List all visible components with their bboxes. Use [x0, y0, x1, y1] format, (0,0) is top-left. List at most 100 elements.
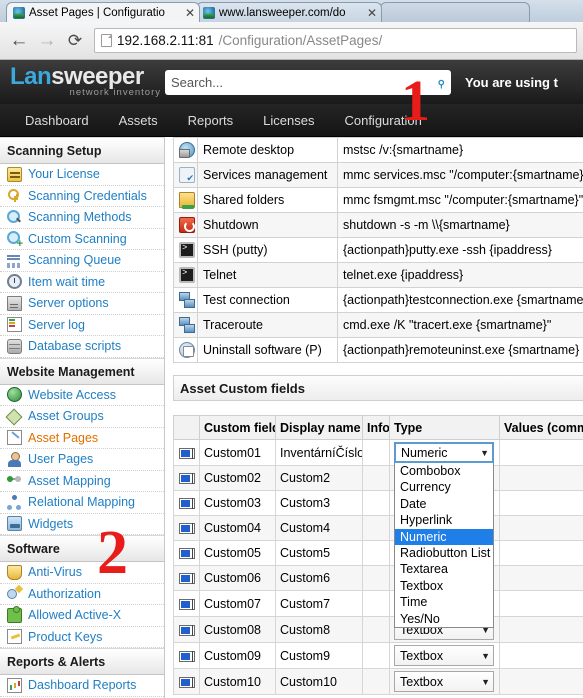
option-numeric[interactable]: Numeric	[395, 528, 493, 545]
table-row[interactable]: Remote desktop mstsc /v:{smartname}	[173, 137, 583, 163]
values-cell[interactable]	[499, 668, 583, 695]
sidebar-item-scanning-methods[interactable]: Scanning Methods	[0, 207, 164, 229]
values-cell[interactable]	[499, 565, 583, 591]
logo[interactable]: Lansweeper network inventory	[0, 64, 165, 98]
info-cell[interactable]	[362, 565, 390, 591]
sidebar-item-your-license[interactable]: Your License	[0, 164, 164, 186]
browser-tab-active[interactable]: Asset Pages | Configuratio ✕	[6, 2, 200, 22]
table-row[interactable]: Custom10 Custom10 Textbox ▼	[173, 668, 583, 695]
address-bar[interactable]: 192.168.2.11:81/Configuration/AssetPages…	[94, 28, 577, 53]
back-icon[interactable]: ←	[6, 28, 32, 54]
option-combobox[interactable]: Combobox	[395, 463, 493, 479]
info-cell[interactable]	[362, 515, 390, 541]
chevron-down-icon[interactable]: ▼	[480, 448, 489, 458]
nav-item-dashboard[interactable]: Dashboard	[10, 104, 104, 137]
sidebar-item-product-keys[interactable]: Product Keys	[0, 627, 164, 648]
table-row[interactable]: Traceroute cmd.exe /K "tracert.exe {smar…	[173, 312, 583, 338]
table-row[interactable]: Custom05 Custom5	[173, 540, 583, 566]
type-cell[interactable]: Textbox ▼	[389, 668, 500, 695]
type-cell[interactable]: Textbox ▼	[389, 642, 500, 669]
values-cell[interactable]	[499, 642, 583, 669]
sidebar-item-scanning-queue[interactable]: Scanning Queue	[0, 250, 164, 272]
forward-icon[interactable]: →	[34, 28, 60, 54]
row-icon-cell	[173, 262, 198, 288]
close-icon[interactable]: ✕	[183, 6, 195, 20]
sidebar-item-widgets[interactable]: Widgets	[0, 514, 164, 535]
type-select-open[interactable]: Numeric ▼ Combobox Currency Date Hyperli…	[394, 442, 494, 628]
sidebar-item-user-pages[interactable]: User Pages	[0, 449, 164, 471]
values-cell[interactable]	[499, 616, 583, 643]
sidebar-item-asset-mapping[interactable]: Asset Mapping	[0, 471, 164, 492]
values-cell[interactable]	[499, 590, 583, 617]
table-row[interactable]: Custom07 Custom7 Textbox ▼	[173, 590, 583, 617]
option-time[interactable]: Time	[395, 594, 493, 610]
search-box[interactable]: ⌕	[165, 69, 451, 95]
table-row[interactable]: Custom08 Custom8 Textbox ▼	[173, 616, 583, 643]
sidebar-item-custom-scanning[interactable]: Custom Scanning	[0, 229, 164, 250]
table-row[interactable]: Custom01 InventárníČíslo Numeric ▼ Combo…	[173, 439, 583, 628]
option-hyperlink[interactable]: Hyperlink	[395, 512, 493, 528]
table-row[interactable]: Services management mmc services.msc "/c…	[173, 162, 583, 188]
values-cell[interactable]	[499, 490, 583, 516]
type-cell[interactable]: Numeric ▼ Combobox Currency Date Hyperli…	[389, 439, 500, 628]
info-cell[interactable]	[362, 616, 390, 643]
sidebar-item-anti-virus[interactable]: Anti-Virus	[0, 562, 164, 584]
option-yes-no[interactable]: Yes/No	[395, 611, 493, 627]
search-input[interactable]	[171, 74, 437, 90]
chevron-down-icon[interactable]: ▼	[481, 677, 490, 687]
table-row[interactable]: Uninstall software (P) {actionpath}remot…	[173, 337, 583, 363]
info-cell[interactable]	[362, 439, 390, 466]
sidebar-item-allowed-active-x[interactable]: Allowed Active-X	[0, 605, 164, 627]
type-select[interactable]: Textbox ▼	[394, 645, 494, 666]
nav-item-reports[interactable]: Reports	[173, 104, 249, 137]
queue-icon	[7, 253, 22, 268]
sidebar-item-database-scripts[interactable]: Database scripts	[0, 336, 164, 358]
table-row[interactable]: Shutdown shutdown -s -m \\{smartname}	[173, 212, 583, 238]
values-cell[interactable]	[499, 465, 583, 491]
values-cell[interactable]	[499, 439, 583, 466]
table-row[interactable]: Telnet telnet.exe {ipaddress}	[173, 262, 583, 288]
nav-item-assets[interactable]: Assets	[104, 104, 173, 137]
option-radiobutton-list[interactable]: Radiobutton List	[395, 545, 493, 561]
sidebar-item-authorization[interactable]: Authorization	[0, 584, 164, 605]
sidebar-item-asset-pages[interactable]: Asset Pages	[0, 428, 164, 449]
info-cell[interactable]	[362, 465, 390, 491]
sidebar-item-server-options[interactable]: Server options	[0, 293, 164, 315]
option-date[interactable]: Date	[395, 496, 493, 512]
reload-icon[interactable]: ⟳	[62, 28, 88, 54]
chevron-down-icon[interactable]: ▼	[481, 651, 490, 661]
table-row[interactable]: Custom04 Custom4	[173, 515, 583, 541]
values-cell[interactable]	[499, 540, 583, 566]
table-row[interactable]: Custom06 Custom6	[173, 565, 583, 591]
sidebar-item-server-log[interactable]: Server log	[0, 315, 164, 336]
close-icon[interactable]: ✕	[365, 6, 377, 20]
nav-item-configuration[interactable]: Configuration	[329, 104, 436, 137]
info-cell[interactable]	[362, 490, 390, 516]
nav-item-licenses[interactable]: Licenses	[248, 104, 329, 137]
info-cell[interactable]	[362, 590, 390, 617]
info-cell[interactable]	[362, 540, 390, 566]
browser-tab-2[interactable]: www.lansweeper.com/do ✕	[196, 2, 382, 22]
type-select-box[interactable]: Numeric ▼	[394, 442, 494, 463]
browser-tab-3[interactable]	[380, 2, 530, 22]
sidebar-item-relational-mapping[interactable]: Relational Mapping	[0, 492, 164, 514]
table-row[interactable]: Shared folders mmc fsmgmt.msc "/computer…	[173, 187, 583, 213]
table-row[interactable]: SSH (putty) {actionpath}putty.exe -ssh {…	[173, 237, 583, 263]
sidebar-item-dashboard-reports[interactable]: Dashboard Reports	[0, 675, 164, 697]
values-cell[interactable]	[499, 515, 583, 541]
info-cell[interactable]	[362, 642, 390, 669]
sidebar-item-asset-groups[interactable]: Asset Groups	[0, 406, 164, 428]
option-currency[interactable]: Currency	[395, 479, 493, 495]
table-row[interactable]: Test connection {actionpath}testconnecti…	[173, 287, 583, 313]
table-row[interactable]: Custom03 Custom3	[173, 490, 583, 516]
option-textbox[interactable]: Textbox	[395, 578, 493, 594]
type-select[interactable]: Textbox ▼	[394, 671, 494, 692]
type-select-options-list[interactable]: Combobox Currency Date Hyperlink Numeric…	[394, 463, 494, 628]
sidebar-item-website-access[interactable]: Website Access	[0, 385, 164, 406]
info-cell[interactable]	[362, 668, 390, 695]
option-textarea[interactable]: Textarea	[395, 561, 493, 577]
sidebar-item-scanning-credentials[interactable]: Scanning Credentials	[0, 186, 164, 207]
sidebar-item-item-wait-time[interactable]: Item wait time	[0, 272, 164, 293]
table-row[interactable]: Custom02 Custom2	[173, 465, 583, 491]
table-row[interactable]: Custom09 Custom9 Textbox ▼	[173, 642, 583, 669]
